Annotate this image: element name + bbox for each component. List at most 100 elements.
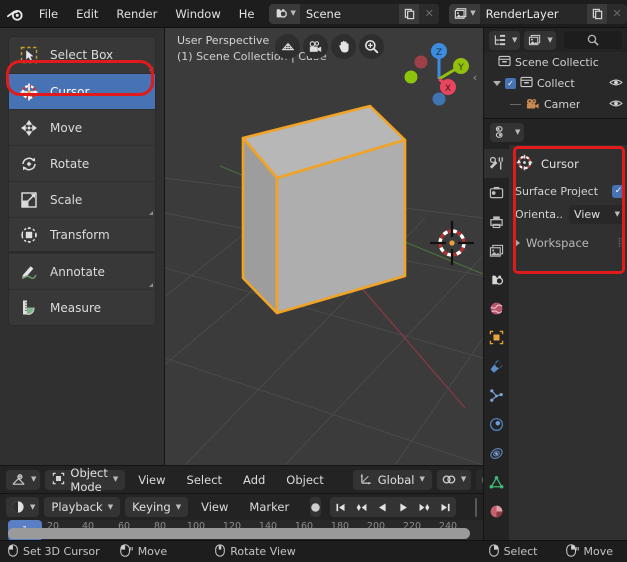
mouse-middle-icon xyxy=(215,543,225,560)
timeline-ruler[interactable]: 20 40 60 80 100 120 140 160 180 200 220 … xyxy=(0,520,483,541)
workspace-panel-header[interactable]: Workspace ⣿ xyxy=(515,236,625,250)
view-axis-gizmo[interactable]: Z Y X xyxy=(401,34,471,106)
jump-to-end-icon[interactable] xyxy=(435,497,456,517)
editor-type-timeline-icon[interactable]: ▼ xyxy=(6,497,40,517)
tab-world[interactable] xyxy=(484,294,509,323)
grid-view-icon[interactable] xyxy=(275,34,300,59)
timeline-menu-view[interactable]: View xyxy=(193,497,236,517)
menu-window[interactable]: Window xyxy=(166,3,229,25)
tab-tool[interactable] xyxy=(484,149,509,178)
tab-render[interactable] xyxy=(484,178,509,207)
scale-icon xyxy=(18,189,40,211)
status-label: Move xyxy=(137,545,168,558)
tool-label: Transform xyxy=(50,227,110,242)
editor-type-properties-icon[interactable]: ▼ xyxy=(490,122,525,142)
status-bar: Set 3D Cursor Move Rotate View Select Mo… xyxy=(0,540,627,562)
workspace-label: Workspace xyxy=(526,236,589,250)
chevron-down-icon[interactable] xyxy=(493,81,501,86)
prev-keyframe-icon[interactable] xyxy=(351,497,372,517)
tab-physics[interactable] xyxy=(484,410,509,439)
tool-measure[interactable]: Measure xyxy=(9,289,155,325)
zoom-magnifier-icon[interactable] xyxy=(359,34,384,59)
chevron-left-icon[interactable]: ‹ xyxy=(469,66,481,88)
tab-output[interactable] xyxy=(484,207,509,236)
visibility-eye-icon[interactable] xyxy=(609,98,623,112)
tool-label: Select Box xyxy=(50,48,114,62)
timeline-menu-keying[interactable]: Keying ▼ xyxy=(125,497,189,517)
viewlayer-browse-icon[interactable]: ▼ xyxy=(449,3,480,24)
outliner-display-mode-icon[interactable]: ▼ xyxy=(489,30,521,50)
outliner-row-camera[interactable]: Camer xyxy=(484,94,627,115)
scene-collection-icon xyxy=(498,55,511,70)
viewport-menu-select[interactable]: Select xyxy=(179,470,230,490)
tab-constraints[interactable] xyxy=(484,439,509,468)
search-input[interactable] xyxy=(564,31,622,49)
surface-project-checkbox[interactable]: ✓ xyxy=(612,185,626,198)
tab-material[interactable] xyxy=(484,497,509,526)
viewport-menu-add[interactable]: Add xyxy=(235,470,273,490)
viewport-menu-view[interactable]: View xyxy=(130,470,173,490)
menu-help[interactable]: He xyxy=(230,3,264,25)
tool-annotate[interactable]: Annotate xyxy=(9,253,155,289)
tool-expand-corner[interactable] xyxy=(149,211,153,215)
search-icon xyxy=(587,34,599,46)
tool-transform[interactable]: Transform xyxy=(9,217,155,253)
next-keyframe-icon[interactable] xyxy=(414,497,435,517)
tool-expand-corner[interactable] xyxy=(149,283,153,287)
orientation-row[interactable]: Orienta.. View ▼ xyxy=(515,205,626,224)
menu-render[interactable]: Render xyxy=(107,3,166,25)
tool-move[interactable]: Move xyxy=(9,109,155,145)
viewlayer-name-field[interactable]: RenderLayer xyxy=(479,3,588,24)
chevron-down-icon: ▼ xyxy=(470,9,476,17)
scene-name-field[interactable]: Scene xyxy=(299,3,400,24)
tool-label: Scale xyxy=(50,192,83,207)
tool-rotate[interactable]: Rotate xyxy=(9,145,155,181)
current-frame-field[interactable] xyxy=(475,497,477,517)
editor-type-3dview-icon[interactable]: ▼ xyxy=(6,469,41,490)
menu-file[interactable]: File xyxy=(30,3,67,25)
timeline-menu-marker[interactable]: Marker xyxy=(241,497,297,517)
collection-checkbox[interactable]: ✓ xyxy=(505,78,516,89)
properties-panel-content: Cursor Surface Project ✓ Orienta.. View … xyxy=(509,145,627,541)
surface-project-row[interactable]: Surface Project ✓ xyxy=(515,185,626,198)
tool-name-label: Cursor xyxy=(541,157,579,171)
new-viewlayer-icon[interactable] xyxy=(587,3,608,24)
outliner-row-collection[interactable]: ✓ Collect xyxy=(484,73,627,94)
snap-magnet-icon[interactable]: ▼ xyxy=(436,469,472,490)
orientation-label: Orienta.. xyxy=(515,208,564,221)
tool-cursor[interactable]: Cursor xyxy=(9,73,155,109)
transform-orientation-selector[interactable]: Global ▼ xyxy=(352,469,432,490)
play-reverse-icon[interactable] xyxy=(372,497,393,517)
menu-edit[interactable]: Edit xyxy=(67,3,107,25)
tab-object-data[interactable] xyxy=(484,468,509,497)
orientation-dropdown[interactable]: View ▼ xyxy=(569,205,626,224)
auto-keying-record-icon[interactable] xyxy=(310,497,322,517)
scene-browse-icon[interactable]: ▼ xyxy=(269,3,300,24)
timeline-menu-playback[interactable]: Playback ▼ xyxy=(44,497,121,517)
camera-view-icon[interactable] xyxy=(303,34,328,59)
mode-label: Object Mode xyxy=(70,465,108,494)
tab-object[interactable] xyxy=(484,323,509,352)
tool-expand-corner[interactable] xyxy=(149,67,153,71)
blender-logo-icon[interactable] xyxy=(0,0,30,28)
timeline-scrollbar[interactable] xyxy=(8,528,470,539)
delete-viewlayer-icon[interactable]: ✕ xyxy=(607,3,627,24)
mode-selector[interactable]: Object Mode ▼ xyxy=(45,466,126,494)
surface-project-label: Surface Project xyxy=(515,185,599,198)
tab-view-layer[interactable] xyxy=(484,236,509,265)
jump-to-start-icon[interactable] xyxy=(330,497,351,517)
pan-hand-icon[interactable] xyxy=(331,34,356,59)
outliner-filter-icon[interactable]: ▼ xyxy=(524,30,556,50)
tool-scale[interactable]: Scale xyxy=(9,181,155,217)
play-icon[interactable] xyxy=(393,497,414,517)
tab-scene[interactable] xyxy=(484,265,509,294)
viewport-menu-object[interactable]: Object xyxy=(278,470,331,490)
tool-select-box[interactable]: Select Box xyxy=(9,37,155,73)
visibility-eye-icon[interactable] xyxy=(609,77,623,91)
delete-scene-icon[interactable]: ✕ xyxy=(419,3,440,24)
outliner-row-scene-collection[interactable]: Scene Collectic xyxy=(484,52,627,73)
tab-modifier[interactable] xyxy=(484,352,509,381)
new-scene-icon[interactable] xyxy=(399,3,420,24)
tab-particles[interactable] xyxy=(484,381,509,410)
3d-viewport[interactable]: User Perspective (1) Scene Collection | … xyxy=(165,28,483,465)
